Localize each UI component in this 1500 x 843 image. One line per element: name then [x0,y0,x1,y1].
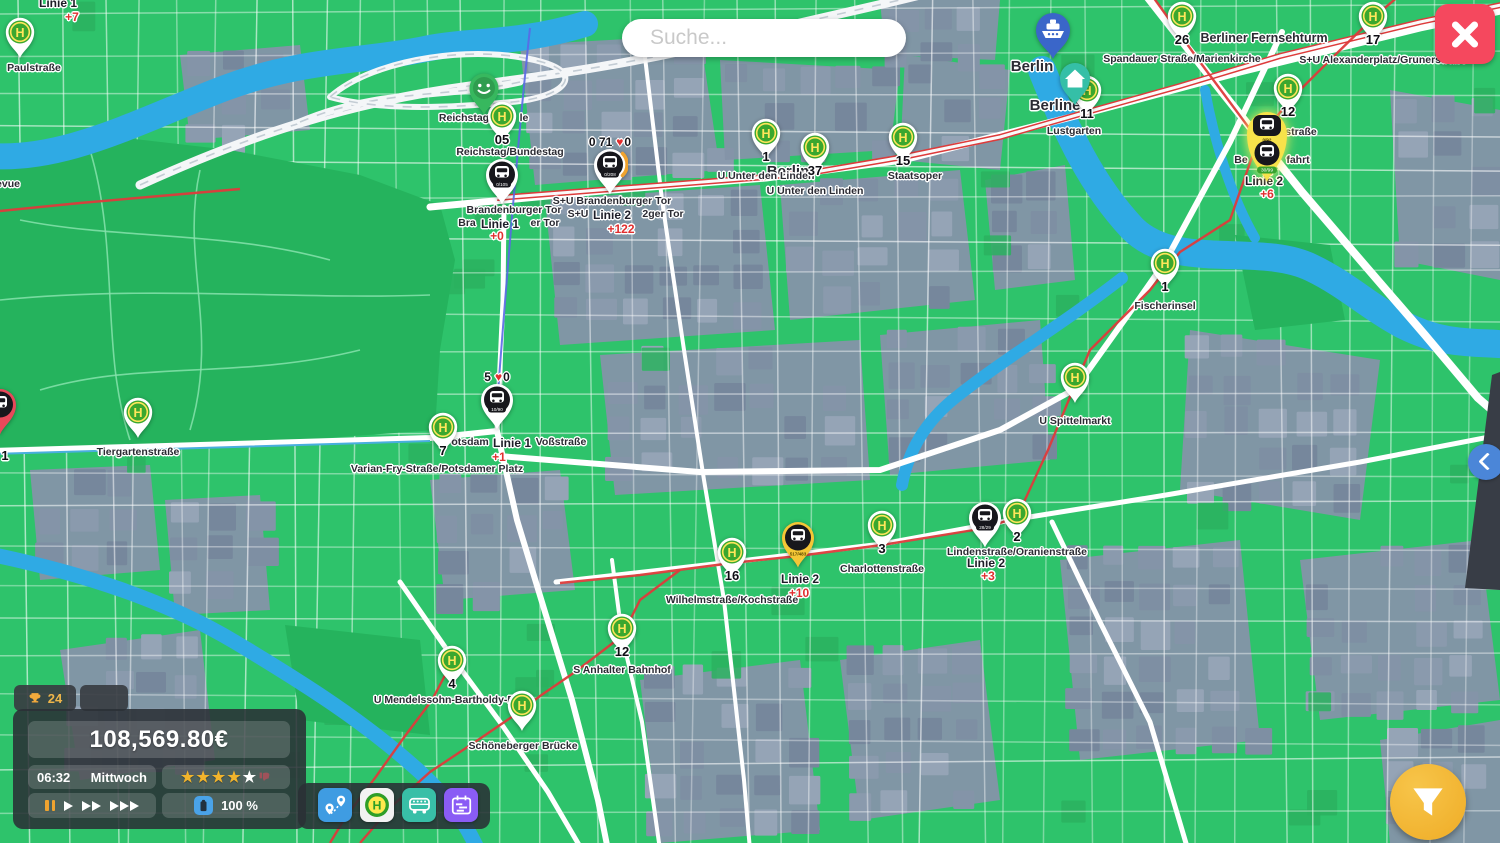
pause-button[interactable] [45,800,55,811]
stops-tool-button[interactable]: H [360,788,394,822]
bus-stop-marker[interactable]: H [1149,248,1181,290]
svg-text:H: H [15,26,24,40]
bus-stop-marker[interactable]: H [122,397,154,439]
fastest-forward-button[interactable] [110,801,139,811]
bus-stop-marker[interactable]: H [1059,362,1091,404]
battery-display[interactable]: 100 % [162,793,290,818]
svg-text:H: H [1283,82,1292,96]
vehicle-marker[interactable]: 0/208 [592,148,628,196]
close-button[interactable] [1435,4,1495,64]
rating-star: ★ [227,770,240,785]
vehicle-marker[interactable]: 0/105 [484,158,520,206]
money-display[interactable]: 108,569.80€ [28,721,290,758]
rating-display[interactable]: ★★★★★ [162,765,290,789]
day-value: Mittwoch [91,770,147,785]
chevron-left-icon [1478,452,1496,470]
ship-marker[interactable] [1033,11,1073,61]
svg-text:28/29: 28/29 [979,525,991,530]
svg-text:H: H [727,546,736,560]
vehicle-marker[interactable]: 517/483 [780,521,816,569]
filter-button[interactable] [1390,764,1466,840]
svg-text:H: H [438,421,447,435]
trophy-counter[interactable]: 24 [14,685,76,711]
svg-text:H: H [1160,257,1169,271]
svg-text:0/208: 0/208 [604,172,616,177]
svg-text:H: H [373,799,382,813]
svg-text:H: H [1070,371,1079,385]
svg-text:0/105: 0/105 [496,182,508,187]
trophy-icon [28,691,42,705]
bus-stop-marker[interactable]: H [606,613,638,655]
collapse-panel-button[interactable] [1468,444,1500,480]
svg-text:H: H [877,519,886,533]
svg-text:H: H [447,654,456,668]
svg-text:H: H [617,622,626,636]
time-display[interactable]: 06:32 Mittwoch [28,765,156,789]
vehicle-marker[interactable]: 10/90 [479,383,515,431]
svg-text:H: H [761,127,770,141]
bus-stop-marker[interactable]: H [1272,73,1304,115]
bus-stop-sign-icon: H [363,791,391,819]
svg-text:H: H [517,699,526,713]
bus-stop-marker[interactable]: H [799,132,831,174]
bus-stop-marker[interactable]: H [750,118,782,160]
rating-star: ★ [181,770,194,785]
bus-stop-marker[interactable]: H [506,690,538,732]
bus-stop-marker[interactable]: H [887,122,919,164]
bus-stop-marker[interactable]: H [436,645,468,687]
bus-stop-marker[interactable]: H [4,17,36,59]
rating-star: ★ [212,770,225,785]
svg-text:10/90: 10/90 [491,407,503,412]
trophy-count: 24 [48,691,62,706]
bus-icon [406,792,433,819]
vehicle-marker-selected[interactable]: 0/9230/99 [1243,110,1291,184]
play-button[interactable] [64,801,73,811]
svg-text:H: H [1012,507,1021,521]
search-input[interactable] [622,19,906,57]
funnel-icon [1405,779,1451,825]
bus-stop-marker[interactable]: H [1357,1,1389,43]
svg-text:H: H [1177,10,1186,24]
buses-tool-button[interactable] [402,788,436,822]
svg-text:H: H [898,131,907,145]
bus-stop-marker[interactable]: H [716,537,748,579]
svg-text:H: H [1368,10,1377,24]
money-value: 108,569.80€ [90,726,229,754]
route-pins-icon [322,792,349,819]
svg-text:517/483: 517/483 [790,552,807,557]
bus-stop-marker[interactable]: H [427,412,459,454]
bus-stop-marker[interactable]: H [1166,1,1198,43]
rating-trend-icon [258,771,271,784]
svg-text:H: H [810,141,819,155]
svg-text:30/99: 30/99 [1261,168,1273,174]
fast-forward-button[interactable] [82,801,101,811]
rating-star: ★ [196,770,209,785]
battery-value: 100 % [221,798,258,813]
speed-controls [28,793,156,818]
routes-tool-button[interactable] [318,788,352,822]
vehicle-marker[interactable]: 28/29 [967,501,1003,549]
schedule-icon [448,792,475,819]
secondary-counter[interactable] [80,685,128,711]
vehicle-marker[interactable] [0,388,18,436]
bus-stop-marker[interactable]: H [866,510,898,552]
smiley-marker[interactable] [467,72,501,116]
home-marker[interactable] [1057,61,1093,107]
rating-star: ★ [243,770,256,785]
schedules-tool-button[interactable] [444,788,478,822]
battery-icon [194,796,213,815]
svg-text:H: H [133,406,142,420]
clock-value: 06:32 [37,770,70,785]
bus-stop-marker[interactable]: H [1001,498,1033,540]
